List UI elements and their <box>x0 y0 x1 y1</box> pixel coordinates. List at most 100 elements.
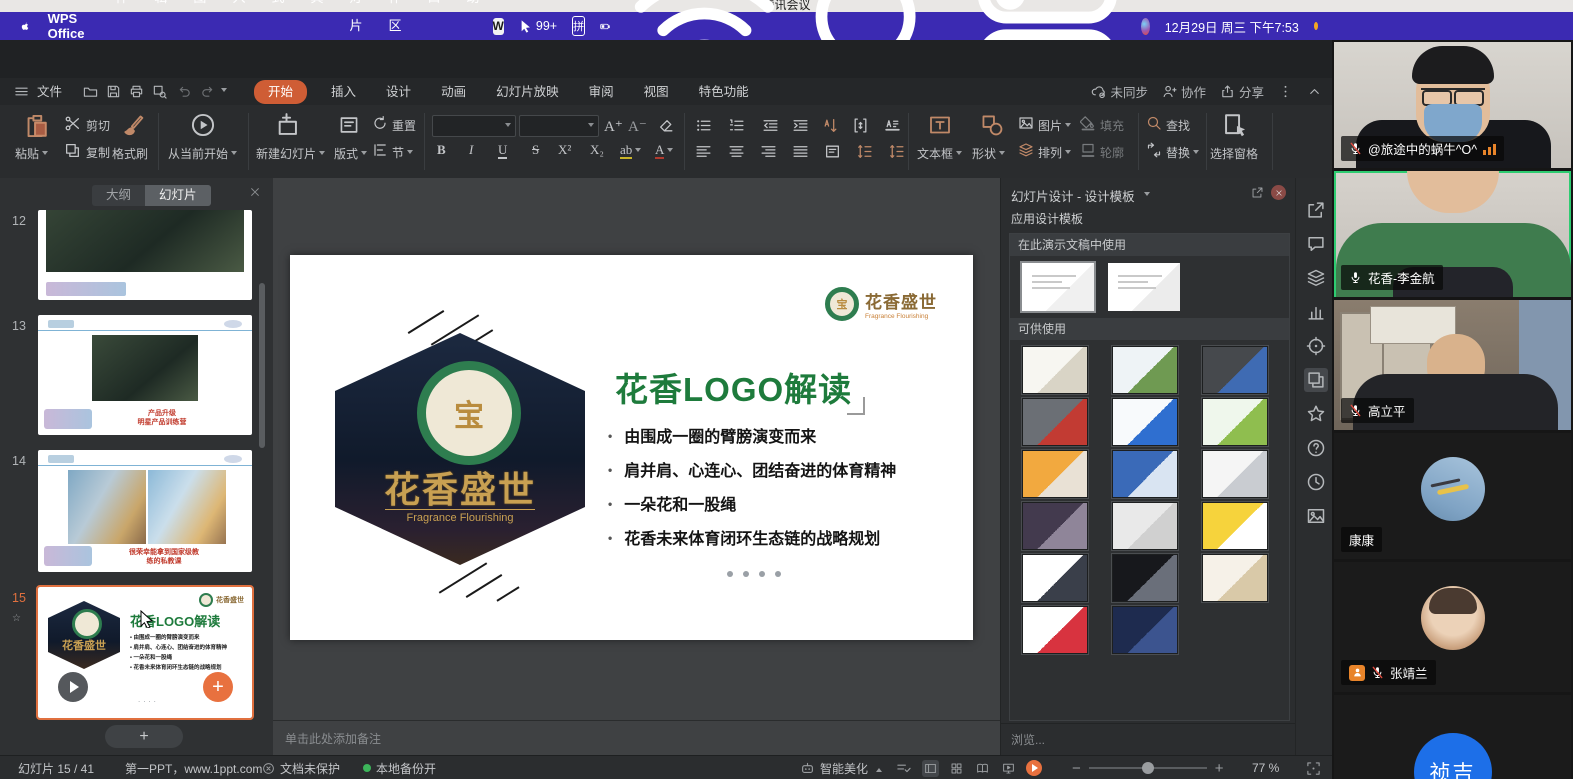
slideshow-button[interactable] <box>1026 760 1042 776</box>
template-thumbnail[interactable] <box>1022 606 1088 654</box>
picture-button[interactable]: 图片 <box>1038 117 1071 134</box>
section-button[interactable]: 节 <box>392 144 413 161</box>
participant-tile[interactable]: 祯吉 <box>1334 695 1571 779</box>
side-tool-copy-icon[interactable] <box>1304 368 1328 392</box>
thumbnail-play-button[interactable] <box>58 672 88 702</box>
close-panel-button[interactable] <box>1271 185 1286 200</box>
siri-icon[interactable] <box>1141 18 1150 35</box>
layout-icon[interactable] <box>338 114 360 136</box>
picture-icon[interactable] <box>1018 115 1034 131</box>
quickbar-caret-icon[interactable] <box>221 88 227 95</box>
play-from-current-icon[interactable] <box>190 112 216 138</box>
align-right-icon[interactable] <box>760 143 777 160</box>
slide-bullet[interactable]: 花香未来体育闭环生态链的战略规划 <box>608 522 896 556</box>
slide-thumbnail[interactable]: 很荣幸能拿到国家级教练的私教课 <box>38 450 252 572</box>
wps-tray-icon[interactable]: W <box>493 18 504 35</box>
zoom-level[interactable]: 77 % <box>1252 756 1279 779</box>
copy-button[interactable]: 复制 <box>86 144 110 161</box>
font-color-button[interactable]: A <box>655 142 673 158</box>
text-fit-icon[interactable] <box>884 117 901 134</box>
zoom-out-button[interactable]: − <box>1072 760 1081 777</box>
align-center-icon[interactable] <box>728 143 745 160</box>
replace-button[interactable]: 替换 <box>1166 144 1199 161</box>
ribbon-tab-item[interactable]: 动画 <box>435 82 472 102</box>
outline-icon[interactable] <box>1080 142 1096 158</box>
reset-icon[interactable] <box>372 115 388 131</box>
outline-level-button[interactable] <box>896 756 911 779</box>
app-menu-title[interactable]: WPS Office <box>48 11 93 41</box>
template-thumbnail[interactable] <box>1022 398 1088 446</box>
add-slide-button[interactable]: + <box>105 725 183 748</box>
increase-font-button[interactable]: A⁺ <box>604 117 623 136</box>
selection-pane-icon[interactable] <box>1222 112 1248 138</box>
cut-icon[interactable] <box>64 115 81 132</box>
template-thumbnail[interactable] <box>1112 450 1178 498</box>
template-thumbnail[interactable] <box>1202 346 1268 394</box>
side-tool-locate-icon[interactable] <box>1304 334 1328 358</box>
selection-pane-button[interactable]: 选择窗格 <box>1210 145 1258 162</box>
textbox-button[interactable]: 文本框 <box>917 145 962 162</box>
replace-icon[interactable] <box>1146 142 1162 158</box>
template-thumbnail[interactable] <box>1112 502 1178 550</box>
side-tool-chat-icon[interactable] <box>1304 232 1328 256</box>
slide-sorter-view-button[interactable] <box>948 760 965 777</box>
input-method-icon[interactable]: 拼 <box>572 16 585 36</box>
ribbon-tab-item[interactable]: 审阅 <box>583 82 620 102</box>
line-height-icon[interactable] <box>888 143 905 160</box>
zoom-in-button[interactable]: + <box>1215 760 1224 777</box>
format-painter-button[interactable]: 格式刷 <box>112 145 148 162</box>
slide-title[interactable]: 花香LOGO解读 <box>615 363 852 411</box>
print-icon[interactable] <box>129 84 144 99</box>
slide-bullet[interactable]: 由围成一圈的臂膀演变而来 <box>608 420 896 454</box>
menu-bar-clock[interactable]: 12月29日 周三 下午7:53 <box>1165 17 1299 36</box>
zoom-slider[interactable] <box>1089 767 1207 769</box>
print-preview-icon[interactable] <box>152 84 167 99</box>
side-tool-question-icon[interactable] <box>1304 436 1328 460</box>
collapse-ribbon-icon[interactable] <box>1307 84 1322 99</box>
strikethrough-button[interactable]: S <box>532 142 539 158</box>
outline-tab[interactable]: 大纲 <box>92 185 145 206</box>
collaborate-button[interactable]: 协作 <box>1162 82 1206 101</box>
participant-tile[interactable]: 高立平 <box>1334 300 1571 430</box>
ribbon-tab-item[interactable]: 视图 <box>638 82 675 102</box>
template-thumbnail[interactable] <box>1202 450 1268 498</box>
slide-thumbnail[interactable]: 产品升级明星产品训练营 <box>38 315 252 435</box>
slide-editor-area[interactable]: 宝 花香盛世 Fragrance Flourishing 花香LOGO解读 由围… <box>273 178 1000 755</box>
shapes-icon[interactable] <box>980 113 1004 137</box>
apple-menu-icon[interactable] <box>20 18 30 35</box>
save-icon[interactable] <box>106 84 121 99</box>
participant-tile[interactable]: 张靖兰 <box>1334 562 1571 692</box>
side-tool-clock-icon[interactable] <box>1304 470 1328 494</box>
template-thumbnail[interactable] <box>1202 554 1268 602</box>
format-painter-icon[interactable] <box>122 113 146 139</box>
shapes-button[interactable]: 形状 <box>972 145 1005 162</box>
slide-bullet[interactable]: 肩并肩、心连心、团结奋进的体育精神 <box>608 454 896 488</box>
slides-tab[interactable]: 幻灯片 <box>145 185 211 206</box>
side-tool-chart-icon[interactable] <box>1304 300 1328 324</box>
paste-button[interactable]: 粘贴 <box>15 145 48 162</box>
increase-indent-icon[interactable] <box>792 117 809 134</box>
clear-format-icon[interactable] <box>658 117 675 134</box>
numbering-icon[interactable] <box>728 117 745 134</box>
play-view-button[interactable] <box>1000 760 1017 777</box>
font-name-select[interactable] <box>432 115 516 137</box>
slide-bullet[interactable]: 一朵花和一股绳 <box>608 488 896 522</box>
panel-title[interactable]: 幻灯片设计 - 设计模板 <box>1011 186 1150 205</box>
thumbnail-add-button[interactable]: + <box>203 672 233 702</box>
template-thumbnail[interactable] <box>1022 346 1088 394</box>
redo-icon[interactable] <box>200 84 215 99</box>
bullets-icon[interactable] <box>695 117 712 134</box>
decrease-font-button[interactable]: A⁻ <box>628 117 647 136</box>
participant-tile[interactable]: 花香-李金航 <box>1334 171 1571 297</box>
hamburger-menu-icon[interactable] <box>14 84 29 99</box>
template-thumbnail[interactable] <box>1112 346 1178 394</box>
distribute-icon[interactable] <box>824 143 841 160</box>
template-thumbnail[interactable] <box>1022 554 1088 602</box>
fill-button[interactable]: 填充 <box>1100 117 1124 134</box>
slide-canvas[interactable]: 宝 花香盛世 Fragrance Flourishing 花香LOGO解读 由围… <box>290 255 973 640</box>
cut-button[interactable]: 剪切 <box>86 117 110 134</box>
outline-button[interactable]: 轮廓 <box>1100 144 1124 161</box>
justify-icon[interactable] <box>792 143 809 160</box>
decrease-indent-icon[interactable] <box>762 117 779 134</box>
undo-icon[interactable] <box>177 84 192 99</box>
